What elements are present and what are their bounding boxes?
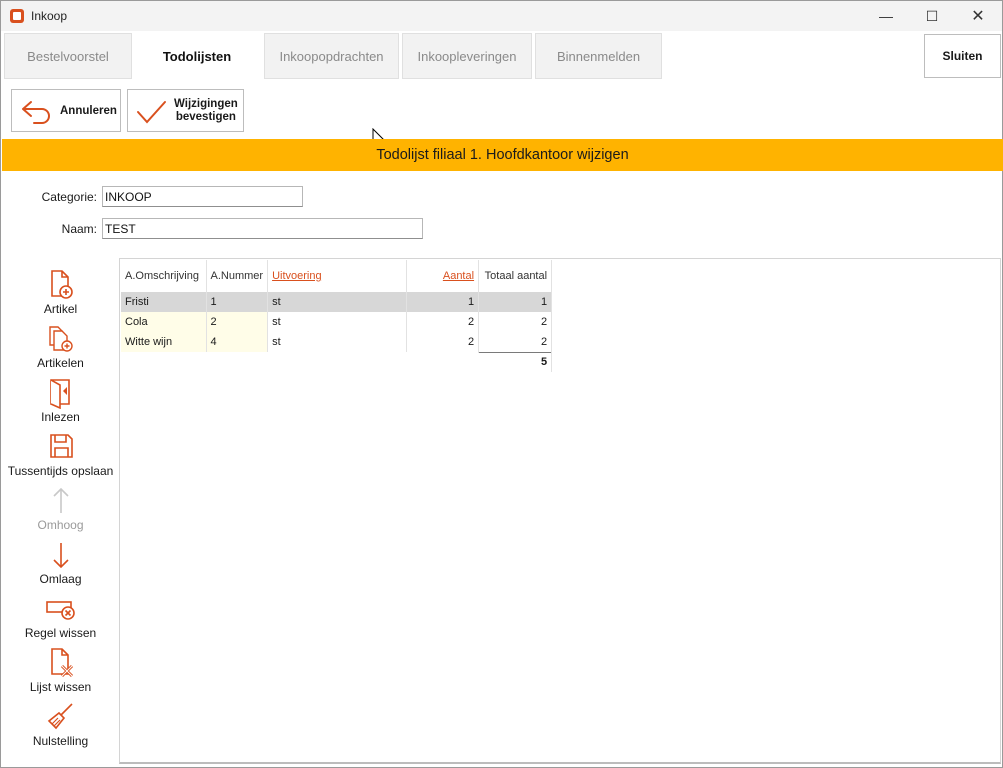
items-table: A.Omschrijving A.Nummer Uitvoering Aanta… (121, 260, 553, 372)
file-delete-icon (51, 648, 74, 678)
tab-inkoopleveringen[interactable]: Inkoopleveringen (402, 33, 532, 79)
minimize-button[interactable]: — (863, 1, 909, 31)
todo-items-grid[interactable]: A.Omschrijving A.Nummer Uitvoering Aanta… (119, 258, 1001, 764)
cell-omschrijving[interactable]: Witte wijn (121, 332, 207, 352)
window-title: Inkoop (31, 9, 68, 23)
col-header-totaal-aantal[interactable]: Totaal aantal (478, 260, 553, 292)
cell-omschrijving[interactable]: Cola (121, 312, 207, 332)
confirm-label: Wijzigingen bevestigen (174, 97, 238, 123)
tool-omhoog[interactable]: Omhoog (1, 481, 120, 535)
tab-bestelvoorstel[interactable]: Bestelvoorstel (4, 33, 132, 79)
name-label: Naam: (61, 222, 97, 236)
col-header-omschrijving[interactable]: A.Omschrijving (121, 260, 207, 292)
app-window: Inkoop — ☐ ✕ Bestelvoorstel Todolijsten … (0, 0, 1003, 768)
tool-inlezen[interactable]: Inlezen (1, 373, 120, 427)
sum-totaal: 5 (478, 351, 553, 372)
close-window-button[interactable]: ✕ (955, 1, 1001, 31)
name-input[interactable] (102, 218, 423, 239)
tab-binnenmelden[interactable]: Binnenmelden (535, 33, 662, 79)
tool-label: Omhoog (37, 518, 84, 532)
cancel-label: Annuleren (60, 104, 117, 117)
cancel-button[interactable]: Annuleren (11, 89, 121, 132)
cell-aantal[interactable]: 1 (406, 292, 480, 312)
undo-arrow-icon (22, 100, 50, 124)
table-header-row: A.Omschrijving A.Nummer Uitvoering Aanta… (121, 260, 553, 292)
summary-row: 5 (121, 351, 553, 372)
cell-uitvoering[interactable]: st (267, 292, 408, 312)
cell-aantal[interactable]: 2 (406, 312, 480, 332)
tool-label: Regel wissen (24, 626, 97, 640)
col-header-uitvoering[interactable]: Uitvoering (267, 260, 408, 292)
sluiten-button[interactable]: Sluiten (924, 34, 1001, 78)
tool-label: Nulstelling (32, 734, 89, 748)
tool-tussentijds-opslaan[interactable]: Tussentijds opslaan (1, 427, 120, 481)
title-bar: Inkoop — ☐ ✕ (1, 1, 1002, 31)
file-plus-icon (51, 270, 73, 299)
table-row[interactable]: Cola 2 st 2 2 (121, 312, 553, 332)
tool-label: Tussentijds opslaan (7, 464, 114, 478)
category-input[interactable] (102, 186, 303, 207)
tool-omlaag[interactable]: Omlaag (1, 535, 120, 589)
cell-totaal[interactable]: 2 (478, 332, 553, 352)
tab-inkoopopdrachten[interactable]: Inkoopopdrachten (264, 33, 399, 79)
table-row[interactable]: Witte wijn 4 st 2 2 (121, 332, 553, 352)
files-plus-icon (49, 326, 73, 352)
cell-nummer[interactable]: 4 (206, 332, 269, 352)
row-delete-icon (46, 601, 75, 620)
import-icon (50, 379, 70, 409)
cell-uitvoering[interactable]: st (267, 312, 408, 332)
cell-totaal[interactable]: 1 (478, 292, 553, 312)
col-header-aantal[interactable]: Aantal (406, 260, 480, 292)
cell-uitvoering[interactable]: st (267, 332, 408, 352)
cell-aantal[interactable]: 2 (406, 332, 480, 352)
cell-nummer[interactable]: 1 (206, 292, 269, 312)
tool-nulstelling[interactable]: Nulstelling (1, 697, 120, 751)
tool-artikel[interactable]: Artikel (1, 265, 120, 319)
cell-omschrijving[interactable]: Fristi (121, 292, 207, 312)
cell-totaal[interactable]: 2 (478, 312, 553, 332)
tool-lijst-wissen[interactable]: Lijst wissen (1, 643, 120, 697)
maximize-button[interactable]: ☐ (909, 1, 955, 31)
checkmark-icon (137, 100, 166, 123)
tool-label: Inlezen (41, 410, 80, 424)
tool-label: Artikel (43, 302, 78, 316)
tab-todolijsten[interactable]: Todolijsten (132, 33, 262, 79)
cell-nummer[interactable]: 2 (206, 312, 269, 332)
tool-label: Omlaag (39, 572, 82, 586)
tool-label: Artikelen (37, 356, 84, 370)
arrow-up-icon (53, 487, 69, 513)
col-header-nummer[interactable]: A.Nummer (206, 260, 269, 292)
confirm-changes-button[interactable]: Wijzigingen bevestigen (127, 89, 244, 132)
tool-artikelen[interactable]: Artikelen (1, 319, 120, 373)
page-title-banner: Todolijst filiaal 1. Hoofdkantoor wijzig… (2, 139, 1003, 171)
broom-icon (47, 703, 73, 730)
table-row[interactable]: Fristi 1 st 1 1 (121, 292, 553, 312)
app-logo-icon (10, 9, 24, 23)
tool-regel-wissen[interactable]: Regel wissen (1, 589, 120, 643)
arrow-down-icon (53, 543, 69, 569)
tool-label: Lijst wissen (29, 680, 92, 694)
category-label: Categorie: (41, 190, 97, 204)
save-icon (50, 434, 73, 458)
